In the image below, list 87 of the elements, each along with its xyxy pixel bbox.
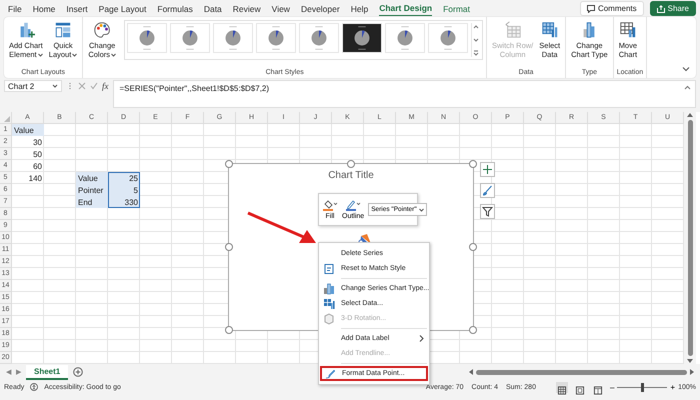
accessibility-icon[interactable]	[30, 383, 38, 391]
menu-tab[interactable]: Help	[350, 2, 368, 16]
menu-tab[interactable]: Chart Design	[379, 1, 432, 16]
scroll-right-icon[interactable]	[689, 369, 694, 375]
table-cell-text: 60	[32, 160, 43, 172]
sheet-tab[interactable]: Sheet1	[26, 364, 68, 380]
menu-tab[interactable]: Data	[204, 2, 222, 16]
zoom-out-button[interactable]: –	[610, 382, 614, 392]
view-button[interactable]	[556, 382, 568, 392]
bar-chart-icon	[323, 282, 335, 294]
table-arrows-icon	[504, 21, 522, 39]
chart-styles-button[interactable]	[480, 183, 495, 198]
zoom-in-button[interactable]: +	[670, 382, 676, 392]
table-chart-icon	[618, 21, 637, 39]
caret-icon	[418, 208, 424, 212]
check-icon[interactable]	[90, 82, 98, 90]
menu-tab[interactable]: Review	[232, 2, 261, 16]
comments-button[interactable]: Comments	[580, 1, 644, 16]
pen-icon	[345, 199, 362, 211]
table-cell: 25	[108, 172, 140, 184]
paint-bucket-icon	[322, 199, 338, 211]
chevron-icon[interactable]	[682, 66, 690, 72]
share-icon	[656, 4, 665, 12]
chart-style-thumbnail[interactable]	[342, 23, 382, 53]
resize-handle[interactable]	[225, 326, 233, 334]
chart-style-thumbnail[interactable]	[127, 23, 167, 53]
table-cell: End	[76, 196, 108, 208]
share-button[interactable]: Share	[650, 1, 696, 16]
brush-icon	[482, 185, 493, 196]
table-cell-text: 50	[32, 148, 43, 160]
more-icon[interactable]	[472, 49, 480, 57]
chart-title[interactable]: Chart Title	[328, 170, 374, 181]
caret-icon	[52, 84, 58, 88]
add-sheet-icon[interactable]	[73, 367, 84, 377]
table-cell-text: 140	[28, 172, 43, 184]
scroll-down-icon[interactable]	[687, 358, 693, 364]
chart-style-thumbnail[interactable]	[385, 23, 425, 53]
scroll-up-icon[interactable]	[687, 112, 693, 118]
table-cell: Value	[12, 124, 44, 136]
menu-tab[interactable]: Home	[32, 2, 56, 16]
table-cell: 5	[108, 184, 140, 196]
layout-icon	[54, 21, 72, 39]
resize-handle[interactable]	[469, 160, 477, 168]
table-cell: 330	[108, 196, 140, 208]
chevron-icon[interactable]	[684, 85, 691, 90]
table-cell: Value	[76, 172, 108, 184]
table-chart-icon	[323, 298, 335, 310]
reset-icon	[323, 262, 335, 274]
menu-tab[interactable]: Insert	[66, 2, 88, 16]
menu-tab[interactable]: File	[8, 2, 22, 16]
caret-icon	[72, 53, 78, 57]
scroll-left-icon[interactable]	[469, 369, 474, 375]
chart-style-thumbnail[interactable]	[299, 23, 339, 53]
menu-tab[interactable]: Format	[443, 2, 470, 16]
filter-icon	[482, 206, 493, 217]
cube-icon	[323, 312, 335, 324]
chart-style-thumbnail[interactable]	[170, 23, 210, 53]
resize-handle[interactable]	[469, 243, 477, 251]
menu-tab[interactable]: View	[272, 2, 290, 16]
comment-icon	[586, 4, 595, 12]
palette-icon	[93, 21, 112, 39]
menu-tab[interactable]: Formulas	[157, 2, 193, 16]
chart-filters-button[interactable]	[480, 204, 495, 219]
insert-function-button[interactable]: fx	[102, 82, 108, 90]
scroll-down-icon[interactable]	[472, 36, 480, 44]
scroll-up-icon[interactable]	[472, 23, 480, 31]
brush-icon	[324, 368, 336, 380]
resize-handle[interactable]	[225, 243, 233, 251]
plus-icon	[482, 164, 493, 175]
chart-style-thumbnail[interactable]	[213, 23, 253, 53]
caret-icon	[38, 53, 43, 57]
slider-thumb[interactable]	[641, 382, 644, 392]
resize-handle[interactable]	[347, 160, 355, 168]
chart-elements-button[interactable]	[480, 162, 495, 177]
formula-text: =SERIES("Pointer",,Sheet1!$D$5:$D$7,2)	[120, 84, 270, 93]
table-chart-icon	[540, 21, 559, 39]
menu-tab[interactable]: Page Layout	[98, 2, 146, 16]
scrollbar-thumb[interactable]	[688, 120, 692, 356]
caret-icon	[111, 53, 116, 57]
chart-style-thumbnail[interactable]	[428, 23, 468, 53]
table-cell: Pointer	[76, 184, 108, 196]
menu-tab[interactable]: Developer	[300, 2, 340, 16]
scrollbar-thumb[interactable]	[476, 370, 687, 374]
resize-handle[interactable]	[469, 326, 477, 334]
chart-style-thumbnail[interactable]	[256, 23, 296, 53]
table-cell-text: 30	[32, 136, 43, 148]
name-box[interactable]: Chart 2	[4, 80, 62, 92]
